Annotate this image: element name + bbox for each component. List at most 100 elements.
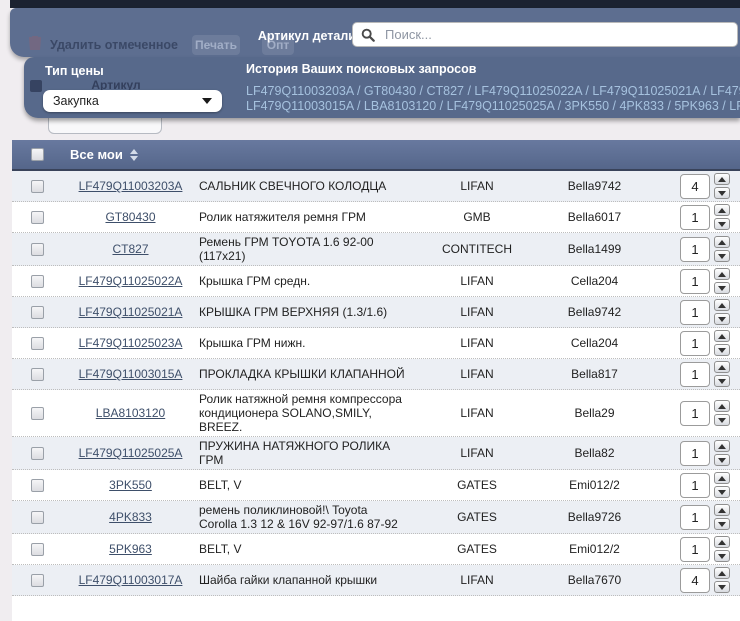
- quantity-down-button[interactable]: [714, 344, 730, 356]
- quantity-up-button[interactable]: [714, 299, 730, 311]
- quantity-down-button[interactable]: [714, 313, 730, 325]
- arrow-down-icon: [718, 190, 726, 196]
- part-description: BELT, V: [199, 478, 242, 492]
- quantity-up-button[interactable]: [714, 504, 730, 516]
- quantity-up-button[interactable]: [714, 567, 730, 579]
- part-description: САЛЬНИК СВЕЧНОГО КОЛОДЦА: [199, 179, 387, 193]
- quantity-up-button[interactable]: [714, 173, 730, 185]
- toolbar-panel: Удалить отмеченное Печать Опт Артикул де…: [10, 8, 740, 57]
- search-box: [352, 22, 738, 47]
- arrow-down-icon: [718, 378, 726, 384]
- arrow-up-icon: [718, 333, 726, 339]
- quantity-down-button[interactable]: [714, 518, 730, 530]
- row-checkbox[interactable]: [30, 305, 44, 319]
- quantity-input[interactable]: [680, 536, 710, 562]
- quantity-input[interactable]: [680, 330, 710, 356]
- table-row: LF479Q11003017A Шайба гайки клапанной кр…: [12, 565, 740, 596]
- quantity-up-button[interactable]: [714, 236, 730, 248]
- quantity-input[interactable]: [680, 472, 710, 498]
- article-link[interactable]: LBA8103120: [96, 406, 165, 420]
- article-link[interactable]: LF479Q11003203A: [79, 179, 183, 193]
- quantity-up-button[interactable]: [714, 330, 730, 342]
- quantity-down-button[interactable]: [714, 486, 730, 498]
- quantity-down-button[interactable]: [714, 250, 730, 262]
- quantity-input[interactable]: [680, 299, 710, 325]
- price-type-select[interactable]: Закупка: [43, 90, 222, 112]
- quantity-input[interactable]: [680, 440, 710, 466]
- price-history-panel: Артикул Тип цены Закупка История Ваших п…: [24, 57, 740, 118]
- search-history-line-1[interactable]: LF479Q11003203A / GT80430 / CT827 / LF47…: [246, 84, 740, 99]
- row-checkbox[interactable]: [30, 210, 44, 224]
- row-checkbox[interactable]: [30, 179, 44, 193]
- row-checkbox[interactable]: [30, 478, 44, 492]
- select-all-checkbox[interactable]: [30, 148, 44, 161]
- arrow-down-icon: [718, 457, 726, 463]
- quantity-up-button[interactable]: [714, 536, 730, 548]
- table-row: LF479Q11025023A Крышка ГРМ нижн. LIFAN C…: [12, 328, 740, 359]
- quantity-up-button[interactable]: [714, 204, 730, 216]
- article-link[interactable]: LF479Q11025022A: [79, 274, 183, 288]
- arrow-down-icon: [718, 253, 726, 259]
- row-checkbox[interactable]: [30, 510, 44, 524]
- quantity-input[interactable]: [680, 173, 710, 199]
- quantity-input[interactable]: [680, 567, 710, 593]
- arrow-up-icon: [718, 364, 726, 370]
- search-input[interactable]: [375, 27, 737, 42]
- quantity-down-button[interactable]: [714, 414, 730, 426]
- article-link[interactable]: LF479Q11025021A: [79, 305, 183, 319]
- user-label: Cella204: [570, 336, 619, 350]
- quantity-down-button[interactable]: [714, 375, 730, 387]
- arrow-up-icon: [718, 207, 726, 213]
- quantity-up-button[interactable]: [714, 361, 730, 373]
- article-link[interactable]: LF479Q11003015A: [79, 367, 183, 381]
- row-checkbox[interactable]: [30, 367, 44, 381]
- arrow-down-icon: [718, 417, 726, 423]
- article-link[interactable]: LF479Q11025023A: [79, 336, 183, 350]
- article-link[interactable]: GT80430: [105, 210, 155, 224]
- search-history-line-2[interactable]: LF479Q11003015A / LBA8103120 / LF479Q110…: [246, 99, 740, 114]
- arrow-up-icon: [718, 539, 726, 545]
- article-link[interactable]: 3PK550: [109, 478, 152, 492]
- quantity-input[interactable]: [680, 361, 710, 387]
- row-checkbox[interactable]: [30, 336, 44, 350]
- article-link[interactable]: CT827: [112, 242, 148, 256]
- table-row: LF479Q11003015A ПРОКЛАДКА КРЫШКИ КЛАПАНН…: [12, 359, 740, 390]
- quantity-down-button[interactable]: [714, 454, 730, 466]
- table-body: LF479Q11003203A САЛЬНИК СВЕЧНОГО КОЛОДЦА…: [12, 171, 740, 596]
- quantity-input[interactable]: [680, 236, 710, 262]
- quantity-down-button[interactable]: [714, 218, 730, 230]
- quantity-down-button[interactable]: [714, 550, 730, 562]
- sort-icon[interactable]: [129, 148, 138, 161]
- user-label: Emi012/2: [569, 542, 620, 556]
- user-label: Bella9742: [567, 305, 622, 319]
- quantity-down-button[interactable]: [714, 282, 730, 294]
- quantity-stepper: [714, 400, 730, 426]
- user-label: Bella1499: [567, 242, 622, 256]
- quantity-up-button[interactable]: [714, 440, 730, 452]
- row-checkbox[interactable]: [30, 446, 44, 460]
- quantity-down-button[interactable]: [714, 187, 730, 199]
- row-checkbox[interactable]: [30, 406, 44, 420]
- arrow-down-icon: [718, 316, 726, 322]
- quantity-up-button[interactable]: [714, 400, 730, 412]
- quantity-up-button[interactable]: [714, 268, 730, 280]
- arrow-up-icon: [718, 507, 726, 513]
- row-checkbox[interactable]: [30, 542, 44, 556]
- article-link[interactable]: LF479Q11003017A: [79, 573, 183, 587]
- price-type-label: Тип цены: [45, 64, 104, 78]
- quantity-input[interactable]: [680, 400, 710, 426]
- article-link[interactable]: 5PK963: [109, 542, 152, 556]
- quantity-down-button[interactable]: [714, 581, 730, 593]
- quantity-input[interactable]: [680, 268, 710, 294]
- table-row: LF479Q11025022A Крышка ГРМ средн. LIFAN …: [12, 266, 740, 297]
- brand-label: CONTITECH: [442, 242, 512, 256]
- part-description: Ремень ГРМ TOYOTA 1.6 92-00 (117x21): [199, 235, 374, 263]
- row-checkbox[interactable]: [30, 573, 44, 587]
- quantity-input[interactable]: [680, 504, 710, 530]
- quantity-input[interactable]: [680, 204, 710, 230]
- article-link[interactable]: 4PK833: [109, 510, 152, 524]
- row-checkbox[interactable]: [30, 242, 44, 256]
- row-checkbox[interactable]: [30, 274, 44, 288]
- quantity-up-button[interactable]: [714, 472, 730, 484]
- article-link[interactable]: LF479Q11025025A: [79, 446, 183, 460]
